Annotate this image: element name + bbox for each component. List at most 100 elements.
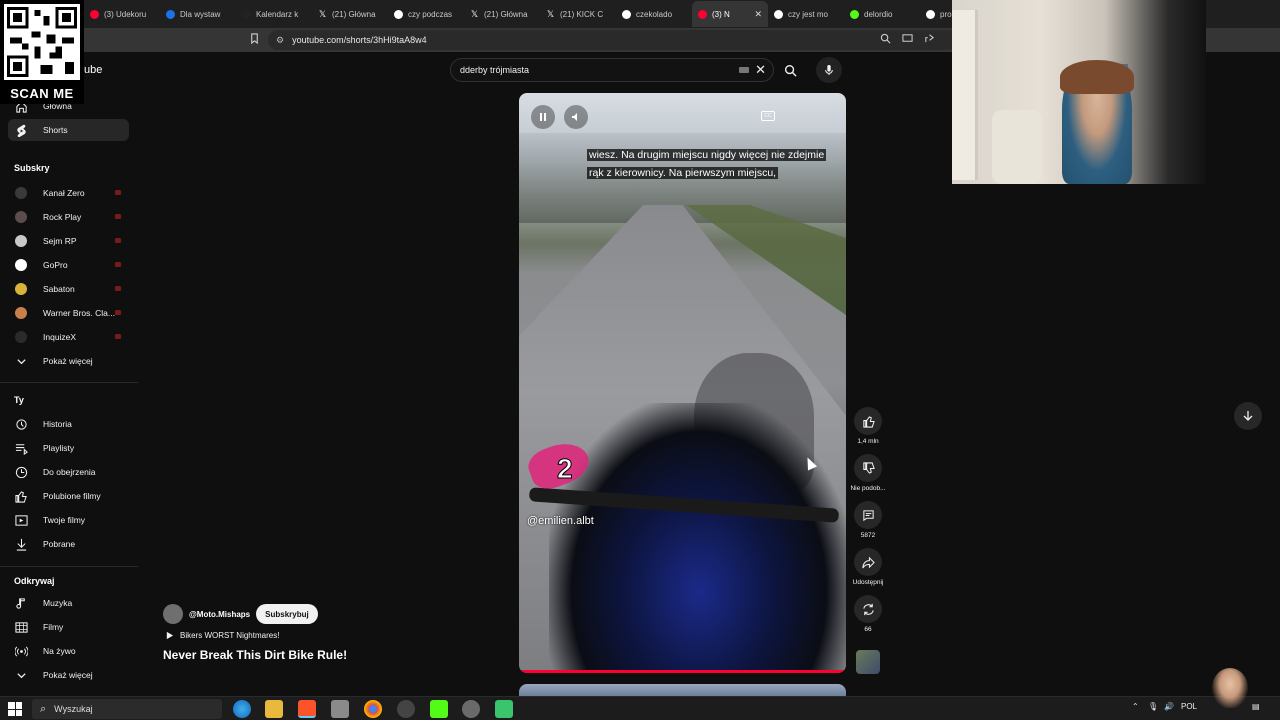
sidebar-item-your-videos[interactable]: Twoje filmy: [8, 509, 129, 531]
bookmark-icon[interactable]: [247, 33, 261, 47]
browser-tab[interactable]: 𝕏 (21) KICK C: [540, 1, 616, 27]
search-input[interactable]: dderby trójmiasta: [460, 65, 529, 75]
remix-action[interactable]: 66: [850, 595, 886, 633]
start-button[interactable]: [8, 702, 22, 716]
tab-label: (3) Udekoru: [104, 9, 147, 19]
show-more-subscriptions[interactable]: Pokaż więcej: [8, 350, 129, 372]
sidebar-item-watch-later[interactable]: Do obejrzenia: [8, 461, 129, 483]
brave-icon[interactable]: [298, 700, 316, 718]
sidebar-subscription[interactable]: Warner Bros. Cla...: [8, 302, 129, 324]
browser-tab[interactable]: Dla wystaw: [160, 1, 236, 27]
sidebar-item-label: Pobrane: [43, 539, 76, 549]
tray-language[interactable]: POL: [1181, 702, 1197, 711]
file-explorer-icon[interactable]: [265, 700, 283, 718]
sidebar-item-playlist[interactable]: Playlisty: [8, 437, 129, 459]
sidebar-subscription[interactable]: Rock Play: [8, 206, 129, 228]
you-section-title[interactable]: Ty: [14, 395, 24, 405]
subscriptions-title[interactable]: Subskry: [14, 163, 50, 173]
shorts-player[interactable]: 2 @emilien.albt CC wiesz. Na drugim miej…: [519, 93, 846, 673]
browser-tab[interactable]: czekolado: [616, 1, 692, 27]
channel-avatar[interactable]: [163, 604, 183, 624]
share-page-icon[interactable]: [922, 33, 936, 47]
browser-tab[interactable]: 𝕏 (21) Główna: [312, 1, 388, 27]
sidebar-subscription[interactable]: Sejm RP: [8, 230, 129, 252]
browser-tab[interactable]: 𝕏 (21) Główna: [464, 1, 540, 27]
sound-row[interactable]: Bikers WORST Nightmares!: [165, 631, 279, 640]
like-action[interactable]: 1,4 mln: [850, 407, 886, 445]
remix-button[interactable]: [854, 595, 882, 623]
notifications-icon[interactable]: ▤: [1252, 702, 1260, 711]
voice-search-button[interactable]: [816, 57, 842, 83]
shorts-icon: [14, 123, 28, 137]
caption-box: wiesz. Na drugim miejscu nigdy więcej ni…: [587, 145, 839, 181]
overlay-number: 2: [557, 453, 574, 485]
pause-icon: [540, 113, 546, 121]
tray-volume-icon[interactable]: 🔊: [1164, 702, 1174, 711]
like-button[interactable]: [854, 407, 882, 435]
app-icon-9[interactable]: [495, 700, 513, 718]
site-settings-icon[interactable]: ⚙: [276, 35, 284, 46]
search-button[interactable]: [776, 58, 804, 82]
sidebar-item-download[interactable]: Pobrane: [8, 533, 129, 555]
subscribe-button[interactable]: Subskrybuj: [256, 604, 318, 624]
sidebar-subscription[interactable]: Kanał Zero: [8, 182, 129, 204]
tab-favicon-icon: [242, 9, 251, 19]
browser-tab[interactable]: (3) Udekoru: [84, 1, 160, 27]
dislike-action[interactable]: Nie podob...: [850, 454, 886, 492]
kick-icon[interactable]: [430, 700, 448, 718]
obs-icon[interactable]: [397, 700, 415, 718]
thumb-down-icon: [862, 461, 875, 474]
sidebar-item-label: Warner Bros. Cla...: [43, 308, 115, 318]
zoom-icon[interactable]: [878, 33, 892, 47]
tray-mic-icon[interactable]: 🎙: [1148, 702, 1158, 711]
show-more-explore[interactable]: Pokaż więcej: [8, 664, 129, 686]
avatar: [15, 187, 27, 199]
pause-button[interactable]: [531, 105, 555, 129]
tab-label: (21) Główna: [332, 9, 376, 19]
browser-tab[interactable]: czy jest mo: [768, 1, 844, 27]
sidebar-item-like[interactable]: Polubione filmy: [8, 485, 129, 507]
channel-handle[interactable]: @Moto.Mishaps: [189, 610, 250, 619]
next-video-button[interactable]: [1234, 402, 1262, 430]
comments-action[interactable]: 5872: [850, 501, 886, 539]
sidebar-item-live[interactable]: Na żywo: [8, 640, 129, 662]
qr-label: SCAN ME: [10, 86, 74, 101]
close-tab-icon[interactable]: ✕: [754, 9, 762, 20]
explore-section-title[interactable]: Odkrywaj: [14, 576, 55, 586]
search-box[interactable]: dderby trójmiasta ✕: [450, 58, 774, 82]
channel-avatar-icon: [14, 234, 28, 248]
browser-tab[interactable]: delordio: [844, 1, 920, 27]
live-indicator-icon: [115, 310, 121, 315]
dislike-button[interactable]: [854, 454, 882, 482]
sidebar-item-film[interactable]: Filmy: [8, 616, 129, 638]
next-short-preview[interactable]: [519, 684, 846, 696]
sound-thumbnail[interactable]: [856, 650, 880, 674]
chrome-icon[interactable]: [364, 700, 382, 718]
volume-button[interactable]: [564, 105, 588, 129]
sidebar-item-label: InquizeX: [43, 332, 77, 342]
taskbar-search[interactable]: ⌕ Wyszukaj: [32, 699, 222, 719]
share-button[interactable]: [854, 548, 882, 576]
tray-chevron-icon[interactable]: ⌃: [1132, 702, 1139, 711]
captions-icon[interactable]: CC: [761, 111, 775, 121]
sidebar-item-history[interactable]: Historia: [8, 413, 129, 435]
address-bar[interactable]: ⚙ youtube.com/shorts/3hHi9taA8w4: [268, 30, 958, 50]
cast-icon[interactable]: [900, 33, 914, 47]
youtube-logo[interactable]: ube: [84, 64, 102, 76]
edge-icon[interactable]: [233, 700, 251, 718]
settings-icon[interactable]: [462, 700, 480, 718]
browser-tab[interactable]: Kalendarz k: [236, 1, 312, 27]
keyboard-icon[interactable]: [739, 67, 749, 73]
sidebar-item-music[interactable]: Muzyka: [8, 592, 129, 614]
comments-button[interactable]: [854, 501, 882, 529]
sidebar-item-shorts[interactable]: Shorts: [8, 119, 129, 141]
share-action[interactable]: Udostępnij: [850, 548, 886, 586]
sidebar-subscription[interactable]: InquizeX: [8, 326, 129, 348]
browser-tab[interactable]: czy podczas: [388, 1, 464, 27]
browser-tab[interactable]: (3) N ✕: [692, 1, 768, 27]
clear-search-icon[interactable]: ✕: [755, 62, 766, 78]
sidebar-subscription[interactable]: GoPro: [8, 254, 129, 276]
sidebar-subscription[interactable]: Sabaton: [8, 278, 129, 300]
progress-bar[interactable]: [519, 670, 846, 673]
app-icon-4[interactable]: [331, 700, 349, 718]
